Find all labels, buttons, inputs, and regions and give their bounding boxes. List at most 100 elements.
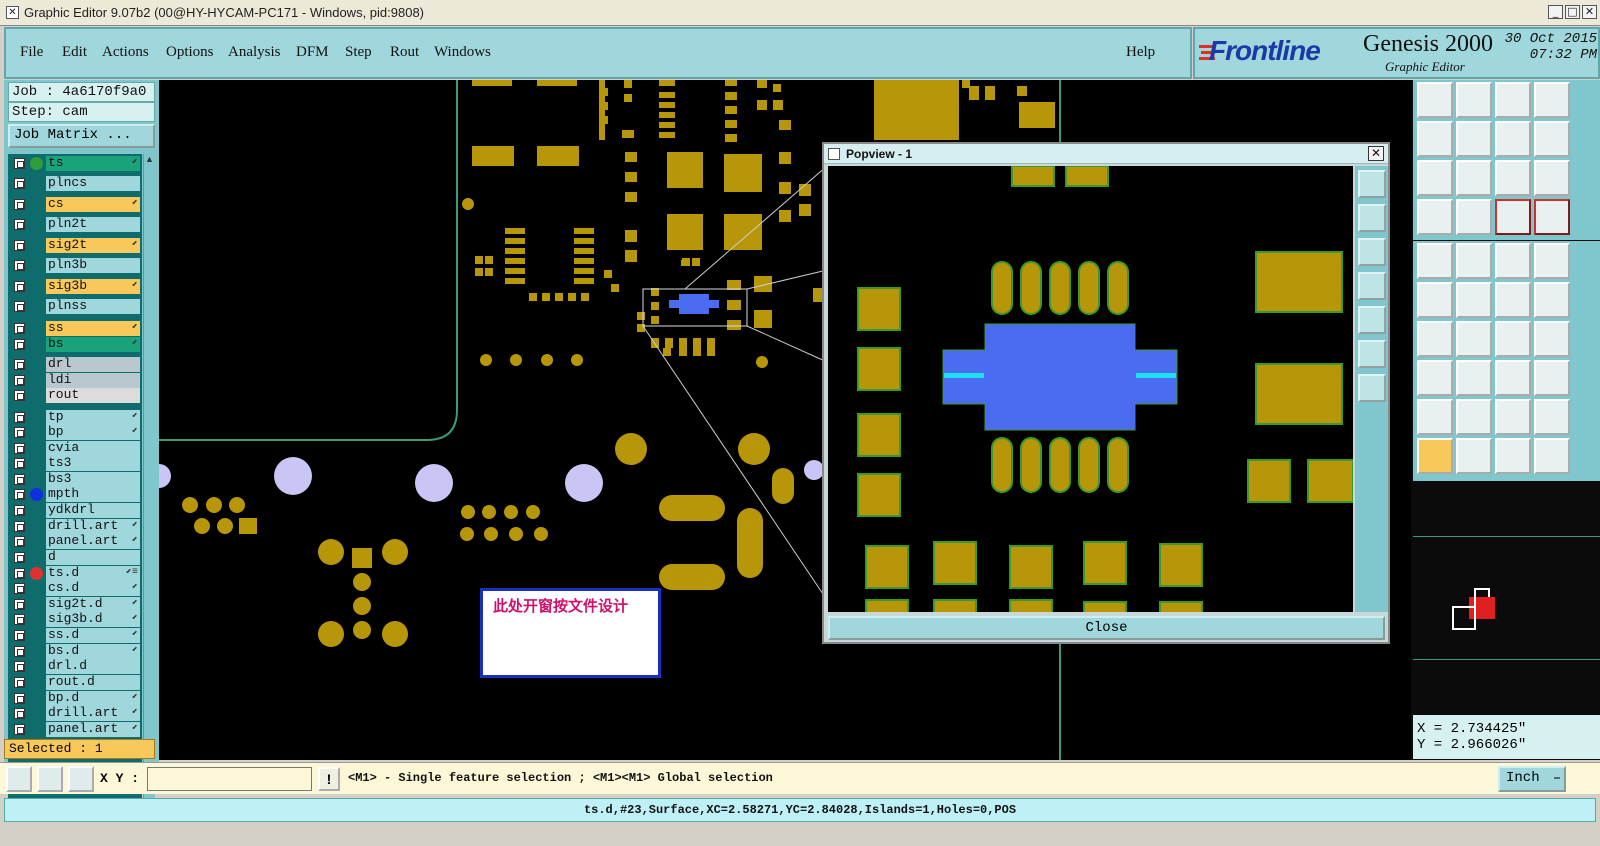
layer-row[interactable]: bs3 xyxy=(8,472,142,487)
palette-icon[interactable] xyxy=(1417,199,1453,235)
menu-windows[interactable]: Windows xyxy=(434,44,491,61)
layer-checkbox[interactable] xyxy=(14,536,25,547)
menu-step[interactable]: Step xyxy=(345,44,372,61)
layer-row[interactable]: pln2t xyxy=(8,217,142,232)
layer-name[interactable]: panel.art ⬋ xyxy=(46,534,140,549)
layer-row[interactable]: ts.d ⬋≡ xyxy=(8,566,142,581)
ruler-icon[interactable] xyxy=(1495,243,1531,279)
layer-checkbox[interactable] xyxy=(14,599,25,610)
layer-checkbox[interactable] xyxy=(14,240,25,251)
arc-icon[interactable] xyxy=(1495,321,1531,357)
layer-name[interactable]: ts3 xyxy=(46,456,140,471)
pan-down-icon[interactable] xyxy=(1456,82,1492,118)
layer-checkbox[interactable] xyxy=(14,521,25,532)
layer-name[interactable]: rout.d xyxy=(46,675,140,690)
minimize-icon[interactable]: _ xyxy=(1548,5,1563,19)
layer-row[interactable]: pln3b xyxy=(8,258,142,273)
layer-row[interactable]: ss.d ⬋ xyxy=(8,628,142,643)
layer-row[interactable]: cs.d ⬋ xyxy=(8,581,142,596)
layer-name[interactable]: drl xyxy=(46,357,140,372)
scale-1-2-icon[interactable] xyxy=(1495,160,1531,196)
circle-icon[interactable] xyxy=(1534,243,1570,279)
line-arrow-icon[interactable] xyxy=(1456,321,1492,357)
layer-name[interactable]: bs.d ⬋ xyxy=(46,644,140,659)
layer-checkbox[interactable] xyxy=(14,323,25,334)
parallel-icon[interactable] xyxy=(1534,321,1570,357)
layer-name[interactable]: drl.d xyxy=(46,659,140,674)
layer-row[interactable]: plncs xyxy=(8,176,142,191)
layer-name[interactable]: mpth xyxy=(46,487,140,502)
layer-row[interactable]: ts3 xyxy=(8,456,142,471)
xy-input[interactable] xyxy=(147,767,312,791)
layer-name[interactable]: bs3 xyxy=(46,472,140,487)
layer-checkbox[interactable] xyxy=(14,158,25,169)
layer-checkbox[interactable] xyxy=(14,505,25,516)
menu-analysis[interactable]: Analysis xyxy=(228,44,281,61)
popview-canvas[interactable] xyxy=(828,166,1353,612)
connect-icon[interactable] xyxy=(1417,282,1453,318)
cut-line-icon[interactable] xyxy=(1456,360,1492,396)
layer-checkbox[interactable] xyxy=(14,390,25,401)
layer-row[interactable]: ldi xyxy=(8,373,142,388)
layer-row[interactable]: drill.art ⬋ xyxy=(8,519,142,534)
pan-left-icon[interactable] xyxy=(1417,121,1453,157)
menu-options[interactable]: Options xyxy=(166,44,214,61)
mirror-icon[interactable] xyxy=(1495,121,1531,157)
layer-checkbox[interactable] xyxy=(14,458,25,469)
select-box-icon[interactable] xyxy=(1456,438,1492,474)
zoom-in-icon[interactable] xyxy=(1456,160,1492,196)
layer-name[interactable]: tp ⬋ xyxy=(46,410,140,425)
layers-blue-icon[interactable] xyxy=(1534,199,1570,235)
layer-name[interactable]: ldi xyxy=(46,373,140,388)
layer-row[interactable]: bs.d ⬋ xyxy=(8,644,142,659)
line-icon[interactable] xyxy=(1417,321,1453,357)
layer-name[interactable]: plncs xyxy=(46,176,140,191)
layer-checkbox[interactable] xyxy=(14,583,25,594)
zoom-window-icon[interactable] xyxy=(1534,82,1570,118)
add-node-icon[interactable] xyxy=(1534,282,1570,318)
grid-mode-icon[interactable] xyxy=(68,766,94,792)
layer-name[interactable]: cvia xyxy=(46,441,140,456)
layer-row[interactable]: rout.d xyxy=(8,675,142,690)
layer-checkbox[interactable] xyxy=(14,489,25,500)
layer-row[interactable]: panel.art ⬋ xyxy=(8,722,142,737)
menu-rout[interactable]: Rout xyxy=(390,44,419,61)
layer-row[interactable]: drl xyxy=(8,357,142,372)
layer-color-dot-icon[interactable] xyxy=(30,157,43,170)
layer-checkbox[interactable] xyxy=(14,178,25,189)
layer-name[interactable]: d xyxy=(46,550,140,565)
layer-checkbox[interactable] xyxy=(14,552,25,563)
popview-zoom-in-icon[interactable] xyxy=(1358,374,1386,402)
layer-name[interactable]: pln2t xyxy=(46,217,140,232)
layer-name[interactable]: ss ⬋ xyxy=(46,321,140,336)
layer-checkbox[interactable] xyxy=(14,281,25,292)
layer-name[interactable]: cs.d ⬋ xyxy=(46,581,140,596)
layer-row[interactable]: bs ⬋ xyxy=(8,337,142,352)
layer-name[interactable]: sig2t ⬋ xyxy=(46,238,140,253)
layer-checkbox[interactable] xyxy=(14,646,25,657)
select-pointer-icon[interactable] xyxy=(1417,438,1453,474)
layer-checkbox[interactable] xyxy=(14,260,25,271)
layer-checkbox[interactable] xyxy=(14,219,25,230)
layer-row[interactable]: sig2t ⬋ xyxy=(8,238,142,253)
layer-name[interactable]: cs ⬋ xyxy=(46,197,140,212)
layer-checkbox[interactable] xyxy=(14,568,25,579)
layer-row[interactable]: cvia xyxy=(8,441,142,456)
layer-name[interactable]: ts ⬋ xyxy=(46,156,140,171)
move-node-icon[interactable] xyxy=(1495,282,1531,318)
layer-row[interactable]: cs ⬋ xyxy=(8,197,142,212)
layer-name[interactable]: sig3b.d ⬋ xyxy=(46,612,140,627)
layer-color-dot-icon[interactable] xyxy=(30,567,43,580)
pad-icon[interactable] xyxy=(1417,243,1453,279)
unit-select[interactable]: Inch ⎯ xyxy=(1498,766,1566,792)
layer-row[interactable]: panel.art ⬋ xyxy=(8,534,142,549)
layer-name[interactable]: rout xyxy=(46,388,140,403)
angle-mode-icon[interactable] xyxy=(37,766,63,792)
layer-row[interactable]: sig3b.d ⬋ xyxy=(8,612,142,627)
layer-checkbox[interactable] xyxy=(14,630,25,641)
triangle-select-icon[interactable] xyxy=(1495,399,1531,435)
pan-up-icon[interactable] xyxy=(1417,82,1453,118)
scroll-up-icon[interactable]: ▲ xyxy=(145,154,154,164)
layer-name[interactable]: plnss xyxy=(46,299,140,314)
layer-name[interactable]: sig2t.d ⬋ xyxy=(46,597,140,612)
